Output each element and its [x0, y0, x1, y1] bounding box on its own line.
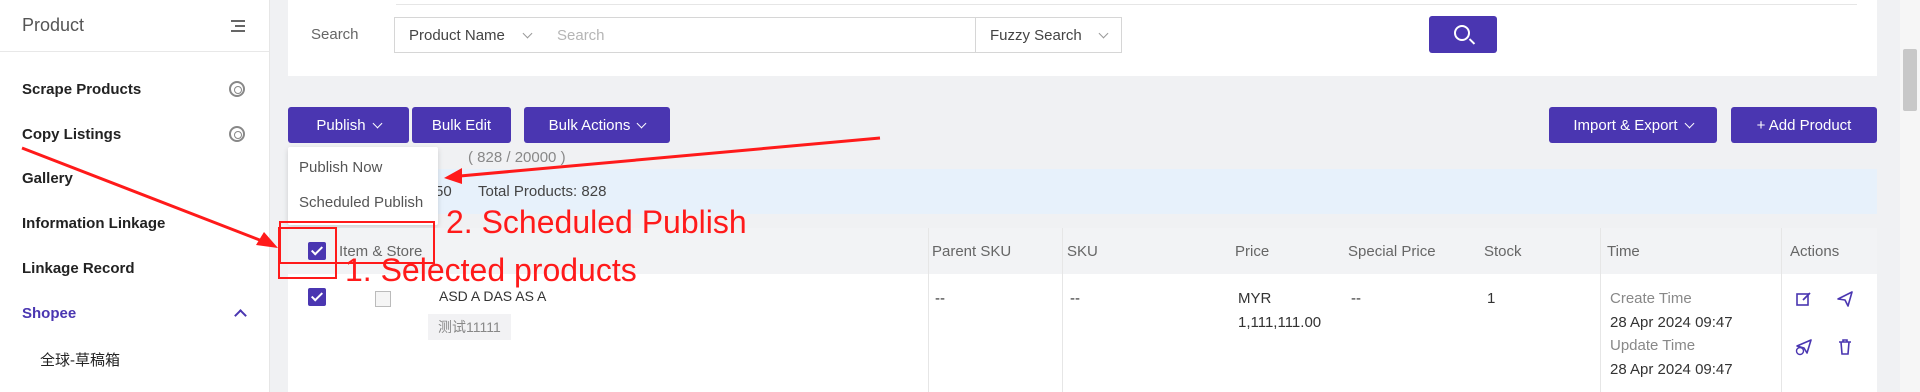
sidebar: Product Scrape Products Copy Listings Ga…: [0, 0, 270, 392]
sidebar-item-label: Linkage Record: [22, 259, 135, 277]
sidebar-title: Product: [22, 15, 85, 35]
search-panel: Search Product Name Fuzzy Search: [288, 0, 1877, 76]
checkbox-highlight: [278, 227, 337, 279]
column-divider: [1781, 228, 1782, 392]
chevron-down-icon: [636, 118, 647, 128]
sidebar-item-scrape-products[interactable]: Scrape Products: [22, 74, 245, 104]
total-products: Total Products: 828: [478, 183, 607, 200]
column-header: Actions: [1790, 243, 1840, 260]
sku-value: --: [1070, 290, 1080, 307]
column-divider: [1062, 228, 1063, 392]
search-mode-value: Fuzzy Search: [990, 26, 1082, 44]
create-time-value: 28 Apr 2024 09:47: [1610, 314, 1733, 331]
product-quota: ( 828 / 20000 ): [468, 149, 566, 166]
sidebar-subitem[interactable]: 全球-草稿箱: [40, 349, 120, 370]
chevron-down-icon: [1684, 118, 1695, 128]
column-header: Parent SKU: [932, 243, 1012, 260]
chevron-down-icon: [372, 118, 383, 128]
add-product-label: + Add Product: [1756, 116, 1852, 134]
sidebar-header: Product: [0, 0, 269, 52]
publish-label: Publish: [316, 116, 366, 134]
sidebar-item-gallery[interactable]: Gallery: [22, 163, 245, 193]
collapse-menu-icon[interactable]: [227, 19, 245, 33]
divider: [396, 4, 1857, 5]
chevron-down-icon: [522, 28, 533, 38]
chevron-down-icon: [1098, 28, 1109, 38]
annotation-step2: 2. Scheduled Publish: [446, 204, 747, 240]
update-time-label: Update Time: [1610, 337, 1696, 354]
search-label: Search: [311, 26, 359, 43]
delete-icon[interactable]: [1836, 338, 1854, 356]
menu-item-scheduled-publish[interactable]: Scheduled Publish: [288, 185, 438, 219]
search-icon: [1453, 25, 1470, 41]
bulk-edit-button[interactable]: Bulk Edit: [412, 107, 511, 143]
scheduled-publish-icon[interactable]: [1795, 338, 1813, 356]
column-header: Stock: [1484, 243, 1522, 260]
price-value: 1,111,111.00: [1238, 314, 1322, 331]
sidebar-item-linkage-record[interactable]: Linkage Record: [22, 253, 245, 283]
search-button[interactable]: [1429, 16, 1497, 53]
create-time-label: Create Time: [1610, 290, 1692, 307]
row-checkbox[interactable]: [308, 288, 326, 306]
scrollbar[interactable]: [1900, 0, 1920, 392]
column-divider: [1600, 228, 1601, 392]
chevron-up-icon[interactable]: [234, 308, 247, 322]
product-thumbnail[interactable]: [375, 291, 391, 307]
column-header: Special Price: [1348, 243, 1436, 260]
column-header: Price: [1235, 243, 1270, 260]
bulk-actions-label: Bulk Actions: [548, 116, 631, 134]
sidebar-item-copy-listings[interactable]: Copy Listings: [22, 119, 245, 149]
search-field-value: Product Name: [409, 26, 505, 44]
publish-dropdown: Publish Now Scheduled Publish: [288, 147, 438, 225]
bulk-edit-label: Bulk Edit: [431, 116, 492, 134]
gear-icon[interactable]: [229, 126, 245, 142]
main-content: Search Product Name Fuzzy Search Publish…: [271, 0, 1900, 392]
sidebar-item-label: Information Linkage: [22, 214, 166, 232]
add-product-button[interactable]: + Add Product: [1731, 107, 1877, 143]
sidebar-item-information-linkage[interactable]: Information Linkage: [22, 208, 245, 238]
update-time-value: 28 Apr 2024 09:47: [1610, 361, 1733, 378]
gear-icon[interactable]: [229, 81, 245, 97]
sidebar-item-shopee[interactable]: Shopee: [22, 298, 247, 328]
search-input[interactable]: [545, 17, 976, 53]
sidebar-item-label: Scrape Products: [22, 80, 142, 98]
bulk-actions-button[interactable]: Bulk Actions: [524, 107, 670, 143]
search-field-select[interactable]: Product Name: [394, 17, 546, 53]
import-export-button[interactable]: Import & Export: [1549, 107, 1717, 143]
sidebar-item-label: Copy Listings: [22, 125, 122, 143]
import-export-label: Import & Export: [1573, 116, 1678, 134]
store-tag: 测试11111: [428, 314, 511, 340]
sidebar-item-label: Gallery: [22, 169, 73, 187]
search-mode-select[interactable]: Fuzzy Search: [975, 17, 1122, 53]
annotation-step1: 1. Selected products: [345, 252, 637, 288]
price-currency: MYR: [1238, 290, 1272, 307]
sidebar-item-label: Shopee: [22, 304, 77, 322]
publish-send-icon[interactable]: [1836, 290, 1854, 308]
product-title[interactable]: ASD A DAS AS A: [439, 288, 546, 304]
column-header: Time: [1607, 243, 1640, 260]
menu-item-publish-now[interactable]: Publish Now: [288, 150, 438, 184]
edit-icon[interactable]: [1795, 290, 1813, 308]
scrollbar-thumb[interactable]: [1903, 49, 1917, 111]
stock-value: 1: [1487, 290, 1496, 307]
column-header: SKU: [1067, 243, 1098, 260]
column-divider: [928, 228, 929, 392]
parent-sku-value: --: [935, 290, 945, 307]
special-price-value: --: [1351, 290, 1361, 307]
publish-button[interactable]: Publish: [288, 107, 409, 143]
